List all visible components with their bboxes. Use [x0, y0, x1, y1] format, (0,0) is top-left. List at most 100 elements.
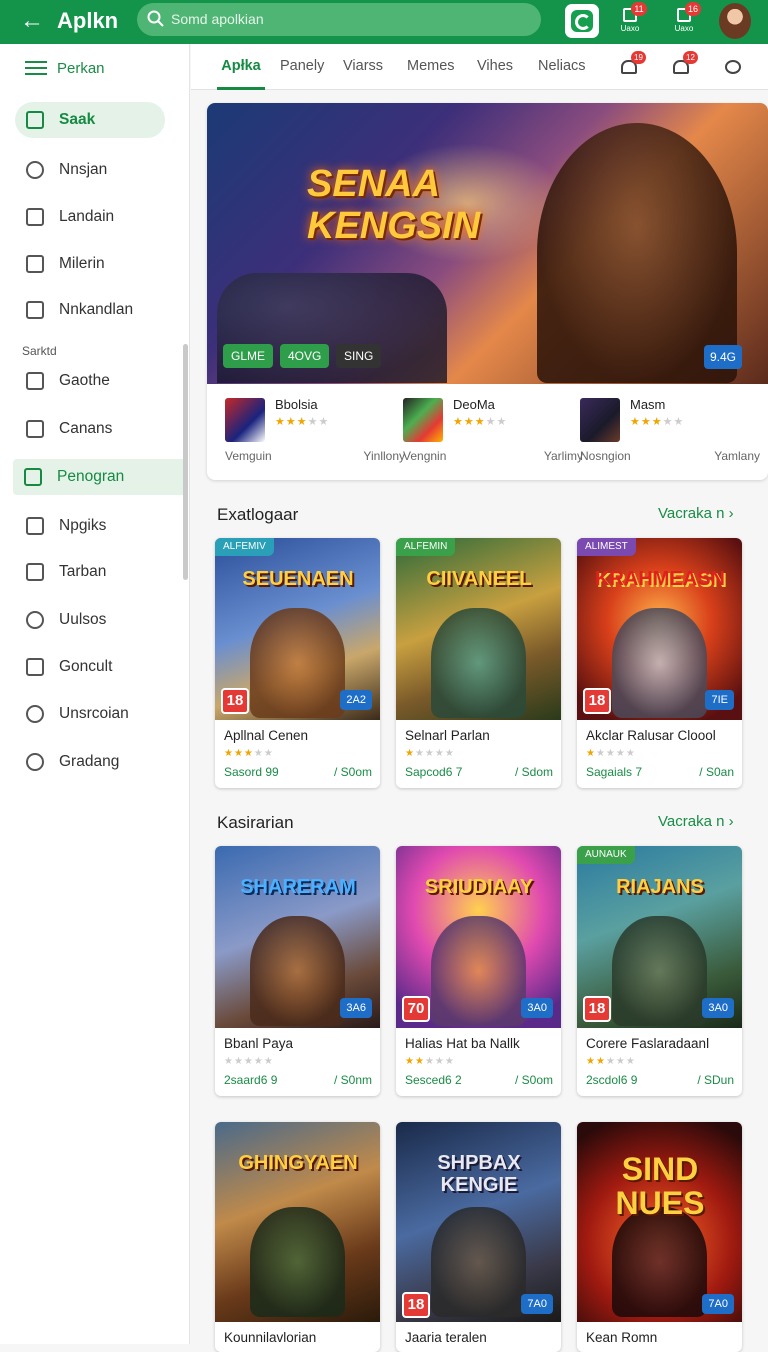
app-name: Akclar Ralusar Cloool — [586, 728, 716, 743]
sidebar-item-goncult[interactable]: Goncult — [15, 649, 165, 685]
app-title: Aplkn — [57, 8, 119, 33]
sidebar-item-tarban[interactable]: Tarban — [15, 554, 165, 590]
sidebar-item-penogran[interactable]: Penogran — [13, 459, 188, 495]
tab-vihes[interactable]: Vihes — [477, 44, 513, 90]
sidebar-item-label: Landain — [59, 208, 115, 225]
sidebar: Perkan Saak Nnsjan Landain Milerin Nnkan… — [0, 44, 190, 1344]
sidebar-item-label: Penogran — [57, 468, 125, 485]
sidebar-item-label: Gradang — [59, 753, 120, 770]
sidebar-item-label: Saak — [59, 111, 96, 128]
sidebar-header[interactable]: Perkan — [25, 58, 105, 80]
app-card-art: GHINGYAEN — [215, 1122, 380, 1322]
section-see-more-link[interactable]: Vacraka n › — [658, 813, 734, 830]
sidebar-item-landain[interactable]: Landain — [15, 199, 165, 235]
tab-neliacs[interactable]: Neliacs — [538, 44, 586, 90]
user-avatar[interactable] — [719, 3, 751, 39]
section-see-more-link[interactable]: Vacraka n › — [658, 505, 734, 522]
related-app-name: Bbolsia — [275, 397, 318, 412]
sidebar-item-uulsos[interactable]: Uulsos — [15, 602, 165, 638]
sidebar-item-nnkandlan[interactable]: Nnkandlan — [15, 292, 165, 328]
app-size: / S0om — [514, 1073, 553, 1087]
tab-aplka[interactable]: Apłka — [217, 44, 265, 90]
related-app[interactable]: DeoMa ★★★★★ Vengnin Yarlimy — [403, 393, 583, 473]
downloads-badge: 16 — [685, 2, 701, 16]
messages-badge: 12 — [683, 51, 698, 64]
related-app-meta: Nosngion — [580, 449, 631, 463]
sidebar-item-gaothe[interactable]: Gaothe — [15, 363, 165, 399]
alerts-badge: 19 — [631, 51, 646, 64]
notification-button[interactable]: 11 Uaxo — [617, 2, 647, 38]
app-card-art: SRIUDIAAY 70 3A0 — [396, 846, 561, 1028]
app-card[interactable]: SHARERAM 3A6 Bbanl Paya ★★★★★ 2saard6 9 … — [215, 846, 380, 1096]
featured-banner[interactable]: SENAA KENGSIN GLME 4OVG SING 9.4G — [207, 103, 768, 384]
settings-button[interactable] — [722, 55, 744, 77]
app-card[interactable]: KRAHMEASN ALIMEST 18 7IE Akclar Ralusar … — [577, 538, 742, 788]
alerts-button[interactable]: 19 — [618, 51, 646, 77]
size-badge: 7A0 — [521, 1294, 553, 1314]
featured-card[interactable]: SENAA KENGSIN GLME 4OVG SING 9.4G Bbolsi… — [207, 103, 768, 480]
size-badge: 3A0 — [521, 998, 553, 1018]
sidebar-item-nnsjan[interactable]: Nnsjan — [15, 152, 165, 188]
app-downloads: 2scdol6 9 — [586, 1073, 638, 1087]
sidebar-item-canans[interactable]: Canans — [15, 411, 165, 447]
card-character — [431, 916, 526, 1026]
card-art-title: RIAJANS — [616, 876, 704, 898]
app-size: / Sdom — [514, 765, 553, 779]
rating-stars: ★★★★★ — [224, 748, 274, 759]
app-size: / S0om — [333, 765, 372, 779]
sidebar-item-label: Npgiks — [59, 517, 107, 534]
app-name: Kounnilavlorian — [224, 1330, 317, 1345]
chart-icon — [24, 468, 42, 486]
rating-stars: ★★★★★ — [586, 1056, 636, 1067]
sidebar-item-label: Unsrcoian — [59, 705, 129, 722]
search-bar[interactable] — [137, 3, 541, 36]
card-tag: ALFEMIN — [396, 538, 456, 556]
card-art-title: SHPBAX KENGIE — [437, 1152, 521, 1196]
card-tag: ALFEMIV — [215, 538, 274, 556]
related-app-meta: Vemguin — [225, 449, 272, 463]
card-art-title: SHARERAM — [240, 876, 356, 898]
app-thumbnail — [580, 398, 620, 442]
sidebar-item-saak[interactable]: Saak — [15, 102, 165, 138]
tab-panely[interactable]: Panely — [280, 44, 324, 90]
rating-stars: ★★★★★ — [405, 748, 455, 759]
featured-size-badge: 9.4G — [704, 345, 743, 369]
store-logo-button[interactable] — [565, 4, 599, 38]
app-card[interactable]: SRIUDIAAY 70 3A0 Halias Hat ba Nallk ★★★… — [396, 846, 561, 1096]
related-app[interactable]: Bbolsia ★★★★★ Vemguin Yinllony — [225, 393, 405, 473]
section-title: Kasirarian — [217, 813, 294, 832]
card-tag: ALIMEST — [577, 538, 636, 556]
tab-viarss[interactable]: Viarss — [343, 44, 383, 90]
sidebar-scrollbar[interactable] — [183, 344, 188, 580]
list-icon — [26, 301, 44, 319]
app-card[interactable]: SHPBAX KENGIE 18 7A0 Jaaria teralen — [396, 1122, 561, 1352]
related-app[interactable]: Masm ★★★★★ Nosngion Yamlany — [580, 393, 760, 473]
rating-stars: ★★★★★ — [405, 1056, 455, 1067]
size-badge: 7A0 — [702, 1294, 734, 1314]
app-card[interactable]: GHINGYAEN Kounnilavlorian — [215, 1122, 380, 1352]
messages-button[interactable]: 12 — [670, 51, 698, 77]
related-app-name: Masm — [630, 397, 666, 412]
sidebar-item-gradang[interactable]: Gradang — [15, 744, 165, 780]
app-card[interactable]: CIIVANEEL ALFEMIN Selnarl Parlan ★★★★★ S… — [396, 538, 561, 788]
size-badge: 3A0 — [702, 998, 734, 1018]
app-card[interactable]: RIAJANS AUNAUK 18 3A0 Corere Faslaradaan… — [577, 846, 742, 1096]
age-rating-badge: 18 — [221, 688, 249, 714]
app-card[interactable]: SEUENAEN ALFEMIV 18 2A2 Apllnal Cenen ★★… — [215, 538, 380, 788]
circle-icon — [26, 161, 44, 179]
tab-memes[interactable]: Memes — [407, 44, 455, 90]
app-card[interactable]: SIND NUES 7A0 Kean Romn — [577, 1122, 742, 1352]
sidebar-item-npgiks[interactable]: Npgiks — [15, 508, 165, 544]
search-input[interactable] — [171, 8, 521, 30]
zoom-icon — [26, 753, 44, 771]
age-rating-badge: 70 — [402, 996, 430, 1022]
back-arrow-icon[interactable]: ← — [20, 7, 48, 35]
section-title: Exatlogaar — [217, 505, 299, 524]
related-app-meta: Vengnin — [403, 449, 447, 463]
downloads-button[interactable]: 16 Uaxo — [671, 2, 701, 38]
app-card-art: KRAHMEASN ALIMEST 18 7IE — [577, 538, 742, 720]
card-character — [612, 1207, 707, 1317]
sidebar-item-milerin[interactable]: Milerin — [15, 246, 165, 282]
sidebar-item-unsrcoian[interactable]: Unsrcoian — [15, 696, 165, 732]
menu-icon[interactable] — [25, 61, 47, 75]
